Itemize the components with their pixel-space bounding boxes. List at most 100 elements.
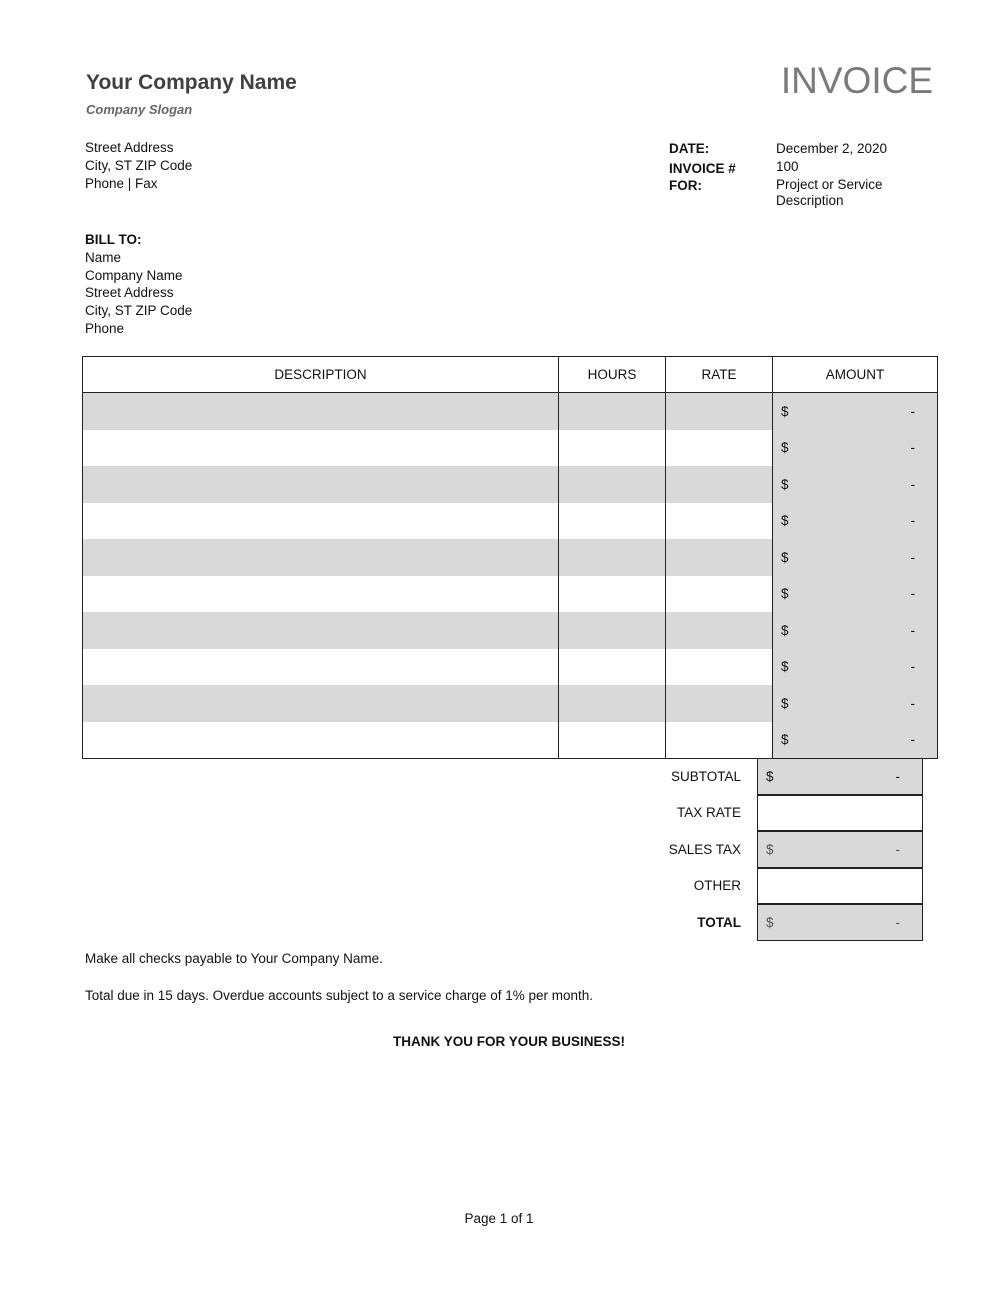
meta-for-row: FOR: Project or Service Description [669,177,906,209]
bill-to-city[interactable]: City, ST ZIP Code [85,302,192,320]
other-input[interactable] [757,867,923,904]
amount-value: - [910,732,916,748]
amount-cell: $ - [772,612,938,649]
table-row: $ - [82,429,938,466]
total-value: $ - [757,904,923,941]
description-cell[interactable] [82,648,559,685]
for-value[interactable]: Project or Service Description [776,177,906,209]
subtotal-value: $ - [757,758,923,795]
date-value[interactable]: December 2, 2020 [776,140,906,158]
hours-cell[interactable] [558,612,666,649]
currency-symbol: $ [781,659,789,675]
description-cell[interactable] [82,539,559,576]
tax-rate-input[interactable] [757,794,923,831]
amount-cell: $ - [772,466,938,503]
document-title: INVOICE [780,60,933,101]
description-cell[interactable] [82,466,559,503]
rate-cell[interactable] [665,429,773,466]
amount-cell: $ - [772,648,938,685]
description-cell[interactable] [82,575,559,612]
table-row: $ - [82,575,938,612]
sales-tax-row: SALES TAX $ - [560,831,923,868]
amount-value: - [910,549,916,565]
hours-cell[interactable] [558,575,666,612]
amount-cell: $ - [772,502,938,539]
amount-value: - [910,440,916,456]
currency-symbol: $ [781,476,789,492]
total-amount: - [895,914,901,930]
hours-cell[interactable] [558,502,666,539]
rate-cell[interactable] [665,721,773,759]
amount-value: - [910,659,916,675]
currency-symbol: $ [781,586,789,602]
invoice-meta: DATE: December 2, 2020 INVOICE # 100 FOR… [669,140,906,209]
currency-symbol: $ [781,513,789,529]
bill-to-phone[interactable]: Phone [85,320,192,338]
column-header-rate: RATE [665,356,773,393]
hours-cell[interactable] [558,721,666,759]
page-indicator: Page 1 of 1 [464,1211,534,1226]
currency-symbol: $ [781,403,789,419]
rate-cell[interactable] [665,685,773,722]
sales-tax-value: $ - [757,831,923,868]
rate-cell[interactable] [665,648,773,685]
rate-cell[interactable] [665,466,773,503]
bill-to-company[interactable]: Company Name [85,267,192,285]
company-slogan: Company Slogan [86,102,193,117]
column-header-amount: AMOUNT [772,356,938,393]
rate-cell[interactable] [665,612,773,649]
rate-cell[interactable] [665,539,773,576]
hours-cell[interactable] [558,392,666,430]
bill-to-name[interactable]: Name [85,249,192,267]
table-row: $ - [82,612,938,649]
sender-street: Street Address [85,140,174,155]
tax-rate-label: TAX RATE [676,805,741,821]
bill-to-heading: BILL TO: [85,232,142,247]
rate-cell[interactable] [665,575,773,612]
bill-to-street[interactable]: Street Address [85,284,192,302]
currency-symbol: $ [781,695,789,711]
hours-cell[interactable] [558,429,666,466]
invoice-number-label: INVOICE # [669,160,736,176]
sender-phone: Phone | Fax [85,175,158,191]
subtotal-label: SUBTOTAL [670,768,741,784]
hours-cell[interactable] [558,539,666,576]
amount-value: - [910,622,916,638]
currency-symbol: $ [781,440,789,456]
rate-cell[interactable] [665,502,773,539]
currency-symbol: $ [781,549,789,565]
subtotal-amount: - [895,768,901,784]
rate-cell[interactable] [665,392,773,430]
amount-cell: $ - [772,429,938,466]
description-cell[interactable] [82,685,559,722]
table-row: $ - [82,466,938,503]
amount-cell: $ - [772,539,938,576]
amount-cell: $ - [772,575,938,612]
line-items-table: DESCRIPTION HOURS RATE AMOUNT $ - $ - $ - $ - $ -… [82,356,938,759]
description-cell[interactable] [82,721,559,759]
thank-you-message: THANK YOU FOR YOUR BUSINESS! [392,1034,626,1049]
amount-value: - [910,403,916,419]
bill-to-block: BILL TO: Name Company Name Street Addres… [85,231,192,338]
terms-note: Total due in 15 days. Overdue accounts s… [85,988,594,1003]
amount-value: - [910,586,916,602]
tax-rate-row: TAX RATE [560,794,923,831]
amount-cell: $ - [772,392,938,430]
currency-symbol: $ [766,841,774,857]
table-row: $ - [82,721,938,759]
table-header-row: DESCRIPTION HOURS RATE AMOUNT [82,356,938,393]
table-row: $ - [82,392,938,430]
hours-cell[interactable] [558,685,666,722]
description-cell[interactable] [82,502,559,539]
description-cell[interactable] [82,429,559,466]
subtotal-row: SUBTOTAL $ - [560,758,923,795]
hours-cell[interactable] [558,648,666,685]
table-row: $ - [82,648,938,685]
table-row: $ - [82,685,938,722]
company-name: Your Company Name [86,71,297,94]
invoice-number-value[interactable]: 100 [776,158,906,178]
table-row: $ - [82,539,938,576]
description-cell[interactable] [82,612,559,649]
description-cell[interactable] [82,392,559,430]
hours-cell[interactable] [558,466,666,503]
